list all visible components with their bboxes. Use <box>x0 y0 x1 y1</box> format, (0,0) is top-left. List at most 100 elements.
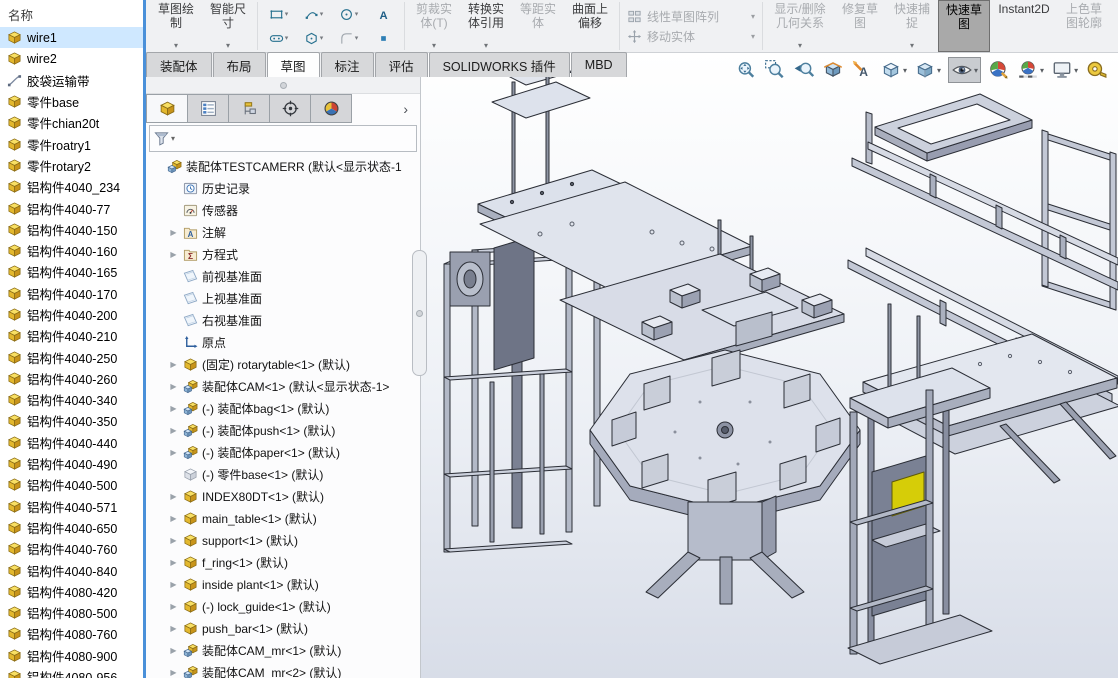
parts-list-item[interactable]: 铝构件4040-350 <box>0 410 143 431</box>
dimxpertmanager-tab[interactable] <box>270 94 311 123</box>
apply-scene-button[interactable]: ▾ <box>1017 59 1044 81</box>
displaymanager-tab[interactable] <box>311 94 352 123</box>
tool-three-point-arc-button[interactable]: ▾ <box>296 2 331 26</box>
ribbon-rapid-sketch-button[interactable]: 快速草图 <box>938 0 990 52</box>
parts-list-item[interactable]: 铝构件4040-260 <box>0 368 143 389</box>
section-view-button[interactable] <box>822 59 844 81</box>
parts-list-item[interactable]: 铝构件4080-500 <box>0 602 143 623</box>
ribbon-linear-sketch-pattern-button[interactable]: 线性草图阵列▾ <box>627 8 755 25</box>
propertymanager-tab[interactable] <box>188 94 229 123</box>
parts-list-item[interactable]: 铝构件4040-760 <box>0 538 143 559</box>
command-tab[interactable]: 装配体 <box>146 52 212 77</box>
tree-node[interactable]: (-) 零件base<1> (默认) <box>146 463 420 485</box>
tree-node[interactable]: 传感器 <box>146 199 420 221</box>
parts-list-item[interactable]: 铝构件4040-160 <box>0 240 143 261</box>
measure-button[interactable] <box>1085 59 1107 81</box>
view-orientation-button[interactable]: ▾ <box>880 59 907 81</box>
expander-icon[interactable]: ▶ <box>168 448 179 457</box>
parts-list-item[interactable]: 铝构件4040-170 <box>0 283 143 304</box>
command-tab[interactable]: 评估 <box>375 52 428 77</box>
panel-expand-arrow[interactable]: › <box>391 94 420 123</box>
tree-node[interactable]: ▶inside plant<1> (默认) <box>146 573 420 595</box>
parts-list-item[interactable]: 零件chian20t <box>0 112 143 133</box>
ribbon-display-delete-relations-button[interactable]: 显示/删除几何关系▾ <box>766 0 834 52</box>
tree-filter[interactable]: ▾ <box>149 125 417 152</box>
ribbon-shaded-sketch-contours-button[interactable]: 上色草图轮廓 <box>1058 0 1110 52</box>
command-tab[interactable]: SOLIDWORKS 插件 <box>429 52 570 77</box>
previous-view-button[interactable] <box>793 59 815 81</box>
parts-list-item[interactable]: 铝构件4040-340 <box>0 389 143 410</box>
tree-node[interactable]: ▶f_ring<1> (默认) <box>146 551 420 573</box>
tree-node[interactable]: ▶INDEX80DT<1> (默认) <box>146 485 420 507</box>
parts-list-item[interactable]: 零件roatry1 <box>0 133 143 154</box>
ribbon-repair-sketch-button[interactable]: 修复草图 <box>834 0 886 52</box>
dynamic-annotation-views-button[interactable] <box>851 59 873 81</box>
expander-icon[interactable]: ▶ <box>168 426 179 435</box>
tool-straight-slot-button[interactable]: ▾ <box>261 26 296 50</box>
tree-node[interactable]: ▶(-) 装配体paper<1> (默认) <box>146 441 420 463</box>
tool-polygon-button[interactable]: ▾ <box>296 26 331 50</box>
command-tab[interactable]: 布局 <box>213 52 266 77</box>
command-tab[interactable]: MBD <box>571 52 627 77</box>
expander-icon[interactable]: ▶ <box>168 624 179 633</box>
ribbon-move-entities-button[interactable]: 移动实体▾ <box>627 28 755 45</box>
expander-icon[interactable]: ▶ <box>168 514 179 523</box>
zoom-to-fit-button[interactable] <box>735 59 757 81</box>
tool-sketch-fillet-button[interactable]: ▾ <box>331 26 366 50</box>
ribbon-trim-entities-button[interactable]: 剪裁实体(T)▾ <box>408 0 460 52</box>
edit-appearance-button[interactable] <box>988 59 1010 81</box>
parts-list-item[interactable]: 铝构件4040-250 <box>0 346 143 367</box>
parts-list-item[interactable]: 铝构件4040-200 <box>0 304 143 325</box>
expander-icon[interactable]: ▶ <box>168 250 179 259</box>
configurationmanager-tab[interactable] <box>229 94 270 123</box>
parts-list-item[interactable]: 铝构件4080-760 <box>0 623 143 644</box>
ribbon-smart-dimension-button[interactable]: 智能尺寸▾ <box>202 0 254 52</box>
parts-list-item[interactable]: 胶袋运输带 <box>0 70 143 91</box>
parts-list-item[interactable]: 零件base <box>0 91 143 112</box>
tree-node[interactable]: ▶main_table<1> (默认) <box>146 507 420 529</box>
tree-node[interactable]: ▶注解 <box>146 221 420 243</box>
parts-list-item[interactable]: wire2 <box>0 48 143 69</box>
tree-node[interactable]: ▶(-) 装配体push<1> (默认) <box>146 419 420 441</box>
tree-node[interactable]: ▶装配体CAM<1> (默认<显示状态-1> <box>146 375 420 397</box>
expander-icon[interactable]: ▶ <box>168 536 179 545</box>
parts-list-item[interactable]: 铝构件4040-440 <box>0 432 143 453</box>
tree-node[interactable]: 右视基准面 <box>146 309 420 331</box>
ribbon-offset-on-surface-button[interactable]: 曲面上偏移 <box>564 0 616 52</box>
expander-icon[interactable]: ▶ <box>168 228 179 237</box>
tool-circle-button[interactable]: ▾ <box>331 2 366 26</box>
parts-list-item[interactable]: 铝构件4080-420 <box>0 581 143 602</box>
filter-dropdown-caret[interactable]: ▾ <box>171 134 175 143</box>
tree-node[interactable]: ▶装配体CAM_mr<2> (默认) <box>146 661 420 678</box>
parts-list-item[interactable]: 铝构件4040_234 <box>0 176 143 197</box>
parts-list-item[interactable]: 铝构件4040-650 <box>0 517 143 538</box>
tree-node[interactable]: ▶push_bar<1> (默认) <box>146 617 420 639</box>
tree-node[interactable]: ▶(固定) rotarytable<1> (默认) <box>146 353 420 375</box>
ribbon-instant2d-button[interactable]: Instant2D <box>990 0 1058 52</box>
expander-icon[interactable]: ▶ <box>168 492 179 501</box>
parts-list-item[interactable]: 铝构件4040-490 <box>0 453 143 474</box>
expander-icon[interactable]: ▶ <box>168 602 179 611</box>
command-tab[interactable]: 草图 <box>267 52 320 77</box>
tree-node[interactable]: ▶装配体CAM_mr<1> (默认) <box>146 639 420 661</box>
expander-icon[interactable]: ▶ <box>168 360 179 369</box>
featuremanager-tree-tab[interactable] <box>146 94 188 123</box>
tool-text-button[interactable] <box>366 2 401 26</box>
parts-list-item[interactable]: 铝构件4040-571 <box>0 496 143 517</box>
ribbon-sketch-button[interactable]: 草图绘制▾ <box>150 0 202 52</box>
parts-list-item[interactable]: 铝构件4040-77 <box>0 197 143 218</box>
graphics-area[interactable]: ▾▾▾▾▾ <box>420 52 1118 678</box>
display-style-button[interactable]: ▾ <box>914 59 941 81</box>
tree-node[interactable]: 原点 <box>146 331 420 353</box>
expander-icon[interactable]: ▶ <box>168 646 179 655</box>
ribbon-convert-entities-button[interactable]: 转换实体引用▾ <box>460 0 512 52</box>
parts-list-item[interactable]: 铝构件4080-956 <box>0 666 143 678</box>
parts-list-item[interactable]: 铝构件4040-150 <box>0 219 143 240</box>
panel-splitter[interactable] <box>146 77 420 94</box>
expander-icon[interactable]: ▶ <box>168 382 179 391</box>
parts-list-item[interactable]: 铝构件4040-165 <box>0 261 143 282</box>
hide-show-items-button[interactable]: ▾ <box>948 57 981 83</box>
expander-icon[interactable]: ▶ <box>168 404 179 413</box>
tree-node[interactable]: 上视基准面 <box>146 287 420 309</box>
expander-icon[interactable]: ▶ <box>168 580 179 589</box>
